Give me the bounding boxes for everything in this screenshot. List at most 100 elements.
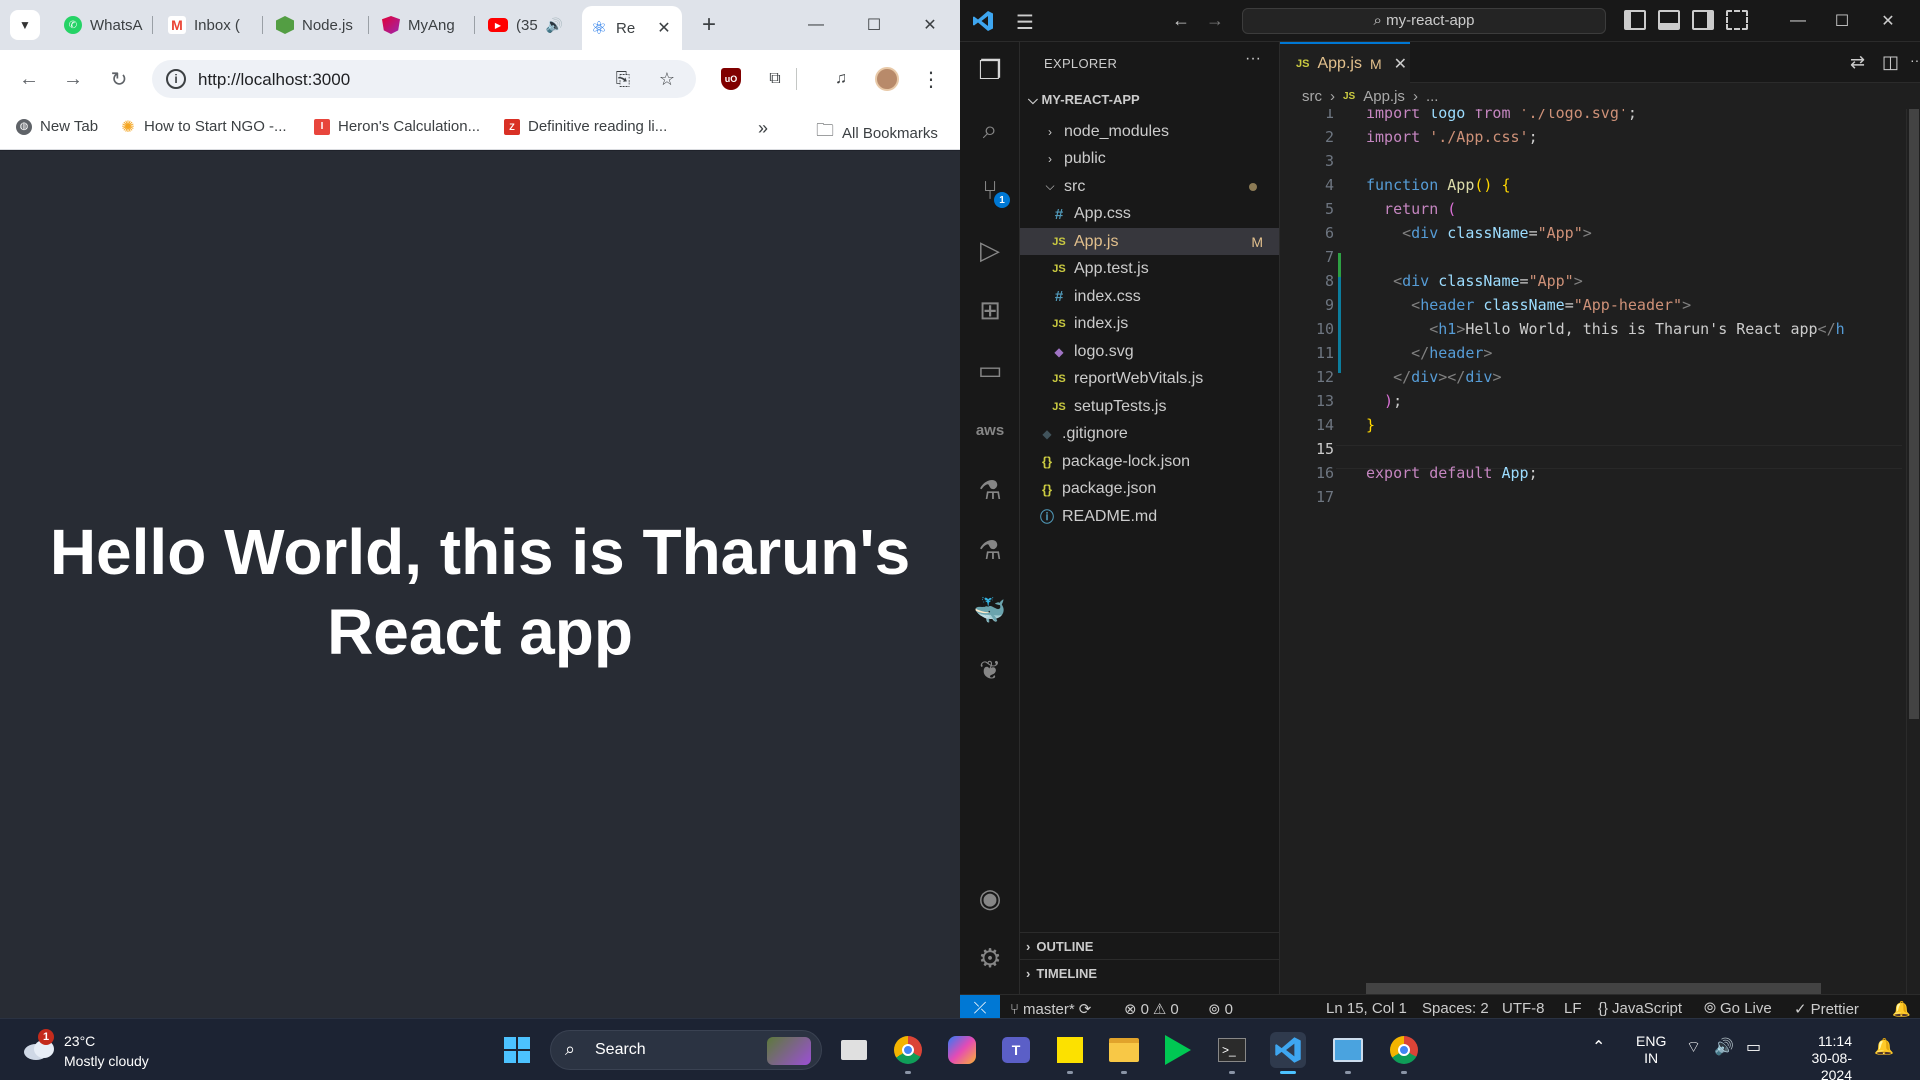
bookmarks-overflow-button[interactable]: » (758, 118, 768, 139)
mongodb-activity[interactable]: ❦ (972, 652, 1008, 688)
toggle-panel-icon[interactable] (1658, 10, 1680, 30)
install-app-icon[interactable]: ⎘ (612, 68, 634, 90)
file-tree-item[interactable]: JS setupTests.js (1020, 393, 1279, 420)
file-tree-item[interactable]: JS reportWebVitals.js (1020, 366, 1279, 393)
accounts-activity[interactable]: ◉ (972, 880, 1008, 916)
profile-button[interactable] (872, 64, 902, 94)
taskbar-vscode[interactable] (1270, 1032, 1306, 1074)
taskbar-search[interactable]: ⌕ Search (550, 1030, 822, 1070)
weather-description[interactable]: Mostly cloudy (64, 1053, 149, 1069)
bookmark-heron[interactable]: I Heron's Calculation... (314, 118, 480, 135)
system-clock[interactable]: 11:14 30-08-2024 (1788, 1033, 1852, 1080)
taskbar-sticky-notes[interactable] (1052, 1032, 1088, 1074)
breadcrumb-file[interactable]: App.js (1363, 88, 1405, 105)
file-tree-item[interactable]: JS App.test.js (1020, 256, 1279, 283)
tab-youtube[interactable]: ▶ (35 🔊 (480, 8, 566, 42)
notification-bell-icon[interactable]: 🔔 (1874, 1037, 1894, 1057)
close-window-button[interactable]: ✕ (908, 8, 952, 42)
tab-gmail[interactable]: M Inbox ( (160, 8, 256, 42)
new-tab-button[interactable]: + (694, 10, 724, 40)
tab-nodejs[interactable]: Node.js (268, 8, 362, 42)
go-forward-icon[interactable]: → (1206, 10, 1224, 31)
extensions-button[interactable]: ⧉ (760, 64, 790, 94)
customize-layout-icon[interactable] (1726, 10, 1748, 30)
bookmark-star-icon[interactable]: ☆ (656, 68, 678, 90)
volume-icon[interactable]: 🔊 (1714, 1037, 1734, 1057)
file-tree-item[interactable]: {} package-lock.json (1020, 448, 1279, 475)
toggle-sidebar-icon[interactable] (1624, 10, 1646, 30)
encoding-status[interactable]: UTF-8 (1502, 1000, 1545, 1017)
back-button[interactable]: ← (14, 64, 44, 94)
url-text[interactable]: http://localhost:3000 (198, 70, 350, 90)
source-control-activity[interactable]: ⑂ 1 (972, 172, 1010, 208)
input-language[interactable]: ENG IN (1636, 1033, 1666, 1067)
file-tree-item[interactable]: {} package.json (1020, 476, 1279, 503)
taskbar-terminal[interactable]: >_ (1214, 1032, 1250, 1074)
taskbar-copilot[interactable] (944, 1032, 980, 1068)
workspace-root[interactable]: ⌵ MY-REACT-APP (1028, 92, 1140, 108)
taskbar-file-explorer[interactable] (1106, 1032, 1142, 1074)
breadcrumb-folder[interactable]: src (1302, 88, 1322, 105)
remote-explorer-activity[interactable]: ▭ (972, 352, 1008, 388)
chrome-menu-button[interactable]: ⋮ (916, 64, 946, 94)
prettier-status[interactable]: ✓ Prettier (1794, 1000, 1859, 1019)
more-actions-icon[interactable]: ··· (1245, 50, 1261, 68)
split-editor-icon[interactable]: ◫ (1882, 52, 1899, 73)
tab-search-button[interactable]: ▼ (10, 10, 40, 40)
taskbar-play-store[interactable] (1160, 1032, 1196, 1068)
test-explorer-activity[interactable]: ⚗ (972, 532, 1008, 568)
ublock-extension-button[interactable]: uO (716, 64, 746, 94)
eol-status[interactable]: LF (1564, 1000, 1582, 1017)
bookmark-new-tab[interactable]: ◍ New Tab (16, 118, 98, 135)
minimize-button[interactable]: — (794, 8, 838, 42)
indentation-status[interactable]: Spaces: 2 (1422, 1000, 1489, 1017)
all-bookmarks-button[interactable]: 🗀 All Bookmarks (816, 118, 938, 148)
ports-status[interactable]: ⊚ 0 (1208, 1000, 1233, 1019)
aws-activity[interactable]: aws (972, 412, 1008, 448)
cursor-position-status[interactable]: Ln 15, Col 1 (1326, 1000, 1407, 1017)
file-tree-item[interactable]: ◆ .gitignore (1020, 421, 1279, 448)
file-tree-item[interactable]: JS index.js (1020, 311, 1279, 338)
problems-status[interactable]: ⊗ 0 ⚠ 0 (1124, 1000, 1179, 1019)
timeline-section[interactable]: › TIMELINE (1020, 959, 1279, 986)
notifications-status[interactable]: 🔔 (1892, 1000, 1911, 1018)
file-tree-item[interactable]: JS App.js M (1020, 228, 1279, 255)
bookmark-ngo[interactable]: ✺ How to Start NGO -... (120, 118, 286, 136)
tab-react-active[interactable]: ⚛ Re ✕ (582, 6, 682, 50)
file-tree-item[interactable]: # index.css (1020, 283, 1279, 310)
bookmark-definitive-reading[interactable]: Z Definitive reading li... (504, 118, 667, 135)
run-debug-activity[interactable]: ▷ (972, 232, 1008, 268)
tab-myangular[interactable]: MyAng (374, 8, 468, 42)
go-live-status[interactable]: ⦾ Go Live (1704, 1000, 1772, 1017)
taskbar-teams[interactable]: T (998, 1032, 1034, 1068)
extensions-activity[interactable]: ⊞ (972, 292, 1008, 328)
battery-icon[interactable]: ▭ (1746, 1037, 1761, 1057)
forward-button[interactable]: → (58, 64, 88, 94)
compare-changes-icon[interactable]: ⇄ (1850, 52, 1865, 73)
media-controls-button[interactable]: ♫ (826, 64, 856, 94)
command-center[interactable]: ⌕ my-react-app (1242, 8, 1606, 34)
language-status[interactable]: {} JavaScript (1598, 1000, 1682, 1017)
hamburger-menu-icon[interactable]: ☰ (1016, 10, 1034, 35)
chevron-up-icon[interactable]: ⌃ (1592, 1037, 1605, 1057)
explorer-activity[interactable]: ❐ (972, 52, 1008, 88)
file-tree-item[interactable]: ⓘ README.md (1020, 503, 1279, 530)
close-icon[interactable]: ✕ (657, 18, 670, 38)
search-activity[interactable]: ⌕ (972, 112, 1008, 148)
go-back-icon[interactable]: ← (1172, 10, 1190, 31)
breadcrumb-symbol[interactable]: ... (1426, 88, 1439, 105)
task-view-button[interactable] (836, 1032, 872, 1068)
taskbar-chrome-2[interactable] (1386, 1032, 1422, 1074)
docker-activity[interactable]: 🐳 (972, 592, 1008, 628)
testing-activity[interactable]: ⚗ (972, 472, 1008, 508)
maximize-button[interactable]: ☐ (852, 8, 896, 42)
wifi-icon[interactable]: ⌔ (1686, 1037, 1701, 1057)
manage-activity[interactable]: ⚙ (972, 940, 1008, 976)
horizontal-scrollbar[interactable] (1366, 983, 1821, 994)
file-tree-item[interactable]: ⌵ src (1020, 173, 1279, 200)
editor-tab-app-js[interactable]: JS App.js M ✕ (1280, 42, 1410, 83)
site-info-icon[interactable]: i (166, 69, 186, 89)
reload-button[interactable]: ↻ (104, 64, 134, 94)
temperature[interactable]: 23°C (64, 1033, 95, 1049)
code-editor[interactable]: 1 2 3 4 5 6 7 8 9 10 11 12 13 14 15 16 17 import logo fr… (1280, 109, 1902, 994)
